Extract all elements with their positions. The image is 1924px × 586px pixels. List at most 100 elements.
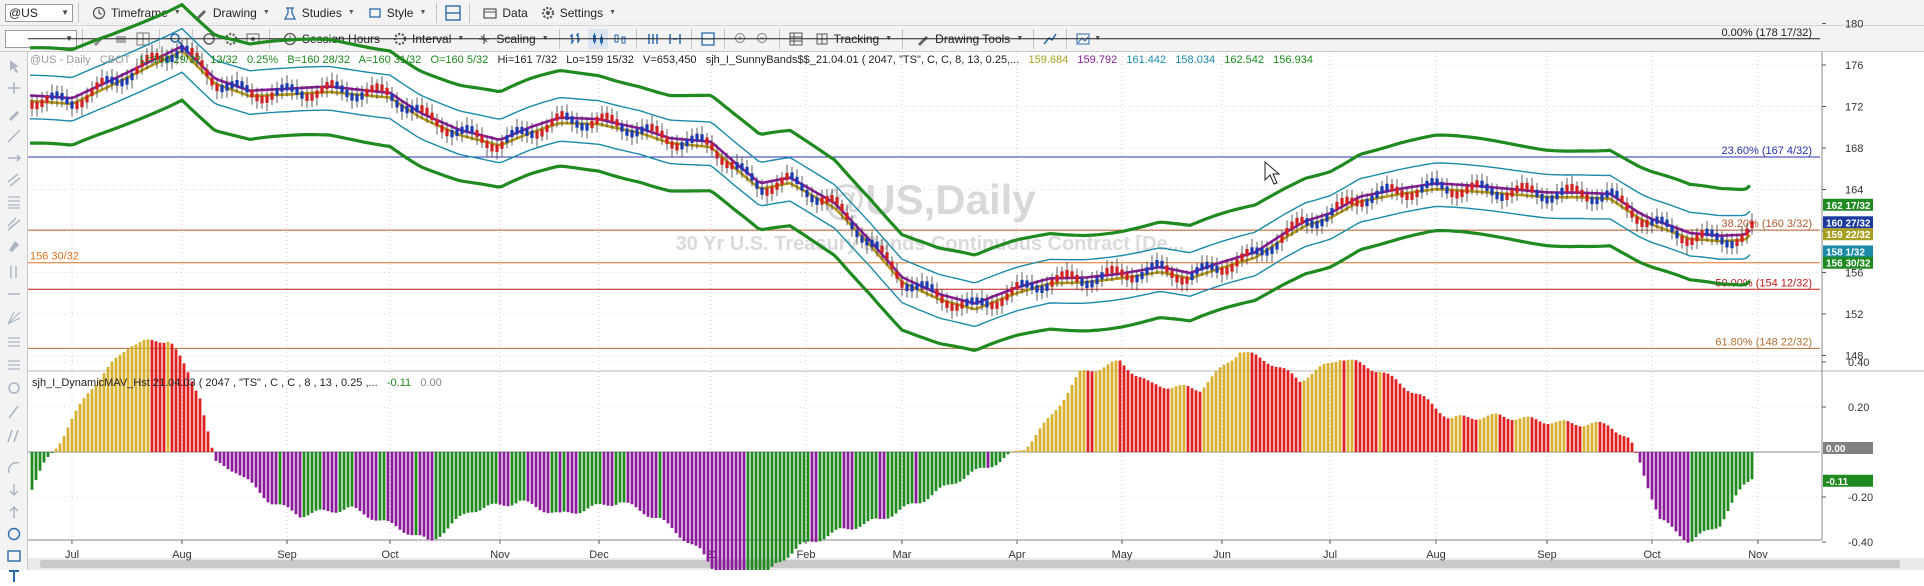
histogram-bar — [1366, 368, 1370, 452]
histogram-bar — [506, 452, 510, 507]
histogram-bar — [606, 452, 610, 506]
histogram-bar — [1590, 423, 1594, 452]
candle-body — [1145, 267, 1149, 275]
histogram-bar — [562, 452, 566, 512]
candle-body — [1435, 178, 1439, 186]
histogram-bar — [1094, 371, 1098, 452]
histogram-bar — [222, 452, 226, 466]
price-axis-label: 168 — [1845, 143, 1863, 155]
candle-body — [450, 130, 454, 138]
candle-body — [1015, 282, 1019, 290]
candle-body — [665, 136, 669, 144]
candle-body — [445, 128, 449, 137]
histogram-bar — [950, 452, 954, 485]
histogram-bar — [758, 452, 762, 570]
histogram-bar — [1406, 391, 1410, 452]
histogram-bar — [1282, 368, 1286, 452]
candle-body — [600, 113, 604, 121]
candle-body — [330, 80, 334, 88]
candle-body — [1500, 193, 1504, 202]
candle-body — [1245, 249, 1249, 257]
histogram-bar — [1514, 419, 1518, 452]
histogram-bar — [602, 452, 606, 505]
candle-body — [65, 96, 69, 105]
histogram-bar — [1126, 370, 1130, 452]
indicator-value-tag-label: 0.00 — [1826, 444, 1846, 455]
candle-body — [685, 139, 689, 147]
histogram-bar — [454, 452, 458, 519]
candle-body — [1230, 264, 1234, 272]
histogram-bar — [1102, 367, 1106, 452]
candle-body — [1625, 202, 1629, 211]
candle-body — [255, 93, 259, 102]
histogram-bar — [46, 452, 50, 458]
candle-body — [475, 129, 479, 138]
histogram-bar — [686, 452, 690, 544]
price-chart[interactable]: JulAugSepOctNovDec'21FebMarAprMayJunJulA… — [0, 0, 1924, 570]
histogram-bar — [354, 452, 358, 509]
histogram-bar — [906, 452, 910, 505]
histogram-bar — [254, 452, 258, 488]
open-price: O=160 5/32 — [430, 54, 489, 66]
study-value: 158.034 — [1175, 54, 1216, 66]
histogram-bar — [1614, 432, 1618, 452]
candle-body — [1000, 298, 1004, 306]
candle-body — [1355, 199, 1359, 207]
candle-body — [735, 162, 739, 170]
candle-body — [770, 186, 774, 194]
candle-body — [555, 113, 559, 121]
histogram-bar — [302, 452, 306, 518]
histogram-bar — [678, 452, 682, 538]
histogram-bar — [306, 452, 310, 516]
histogram-bar — [1370, 370, 1374, 452]
histogram-bar — [1122, 365, 1126, 452]
candle-body — [505, 135, 509, 143]
histogram-bar — [1698, 452, 1702, 534]
candle-body — [840, 203, 844, 212]
price-tag-label: 162 17/32 — [1826, 201, 1871, 212]
histogram-bar — [1130, 373, 1134, 452]
histogram-bar — [1634, 451, 1638, 453]
ask-price: A=160 31/32 — [358, 54, 422, 66]
histogram-bar — [1206, 382, 1210, 452]
candle-body — [1250, 247, 1254, 255]
histogram-bar — [1362, 365, 1366, 452]
candle-body — [1645, 219, 1649, 228]
histogram-bar — [962, 452, 966, 479]
candle-body — [830, 195, 834, 203]
candle-body — [810, 195, 814, 203]
histogram-bar — [582, 452, 586, 512]
indicator-value-tag-label: -0.11 — [1826, 477, 1849, 488]
candle-body — [570, 116, 574, 124]
histogram-bar — [346, 452, 350, 508]
histogram-bar — [586, 452, 590, 509]
histogram-bar — [1738, 452, 1742, 490]
candle-body — [1300, 216, 1304, 225]
histogram-bar — [1046, 418, 1050, 452]
candle-body — [610, 114, 614, 123]
candle-body — [1370, 195, 1374, 203]
time-axis-label: Oct — [381, 549, 398, 561]
candle-body — [1725, 240, 1729, 248]
candle-body — [245, 85, 249, 93]
histogram-bar — [1550, 423, 1554, 452]
candle-body — [315, 90, 319, 98]
histogram-bar — [1238, 352, 1242, 452]
histogram-bar — [1506, 418, 1510, 452]
histogram-bar — [1062, 399, 1066, 452]
histogram-bar — [818, 452, 822, 542]
histogram-bar — [754, 452, 758, 570]
histogram-bar — [690, 452, 694, 545]
candle-body — [1610, 188, 1614, 196]
candle-body — [660, 130, 664, 139]
candle-body — [400, 104, 404, 112]
price-tag-label: 156 30/32 — [1826, 259, 1871, 270]
histogram-bar — [314, 452, 318, 511]
candle-body — [1340, 197, 1344, 206]
fib-level-label: 0.00% (178 17/32) — [1721, 27, 1812, 39]
candle-body — [625, 128, 629, 136]
histogram-bar — [150, 339, 154, 452]
candle-body — [520, 126, 524, 135]
histogram-bar — [42, 452, 46, 463]
candle-body — [275, 88, 279, 96]
